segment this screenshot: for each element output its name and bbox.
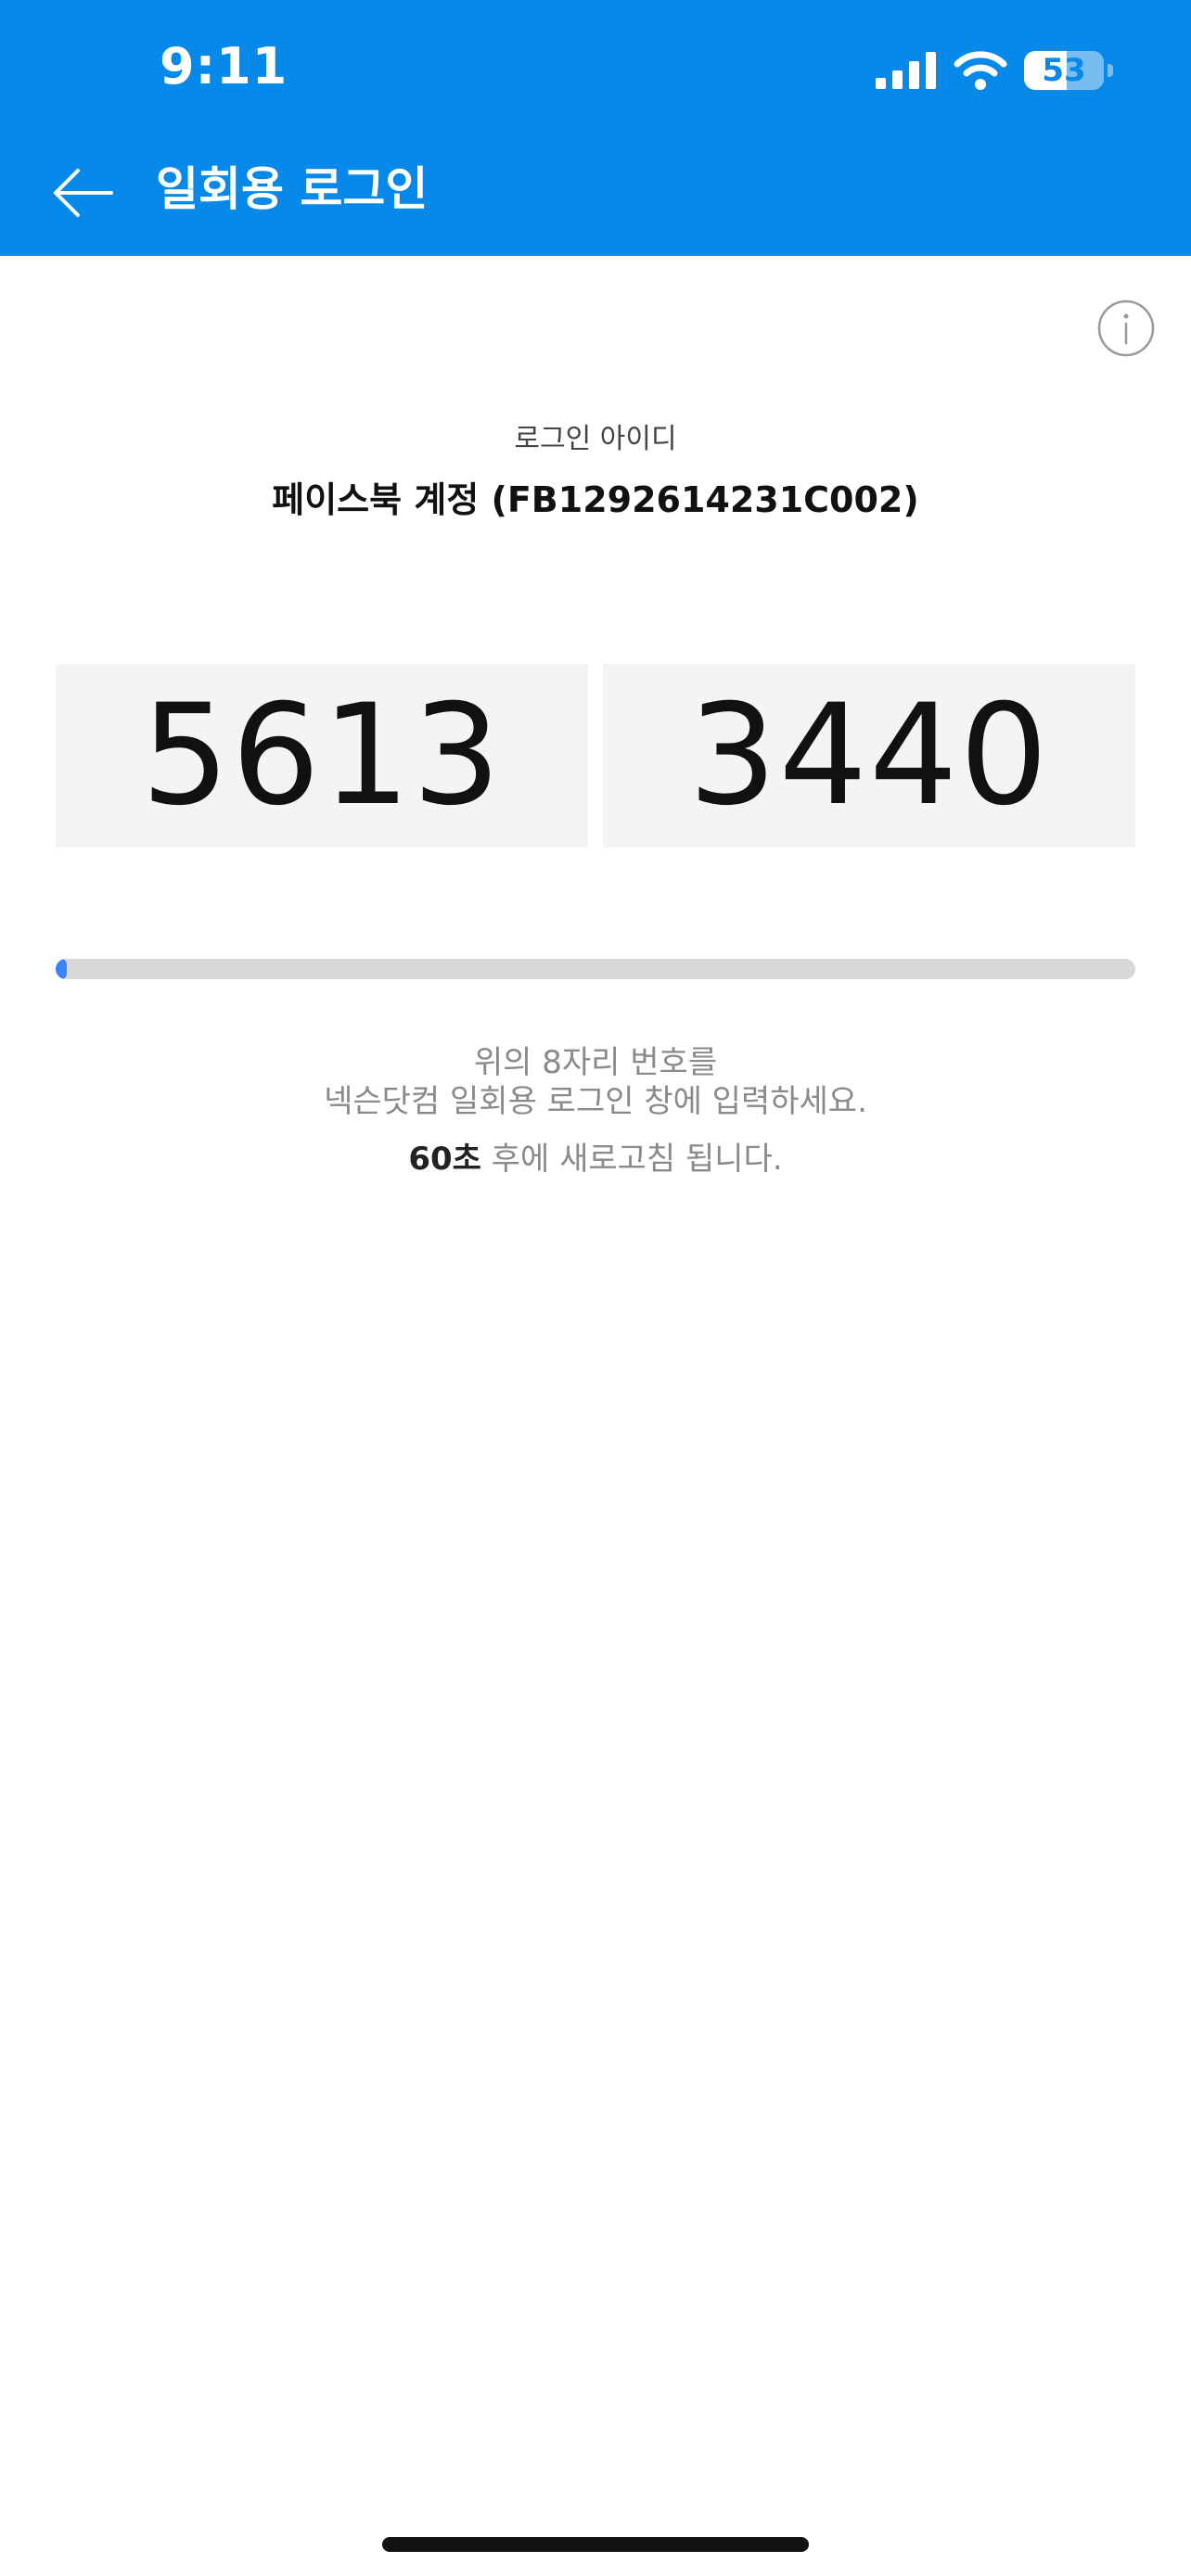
home-indicator[interactable] [382, 2537, 809, 2552]
refresh-seconds: 60초 [408, 1141, 481, 1178]
code-digits-second: 3440 [688, 675, 1050, 836]
app-header: 9:11 53 일회용 로그인 [0, 0, 1191, 256]
instruction-line-2: 넥슨닷컴 일회용 로그인 창에 입력하세요. [324, 1083, 867, 1120]
code-box-second: 3440 [603, 664, 1135, 848]
battery-tip [1108, 64, 1113, 77]
back-button[interactable] [48, 158, 119, 228]
battery-level: 53 [1042, 52, 1086, 89]
info-circle-icon [1097, 300, 1155, 357]
status-icons: 53 [876, 46, 1113, 95]
wifi-icon [954, 51, 1007, 90]
timer-progress-bar [56, 959, 1135, 979]
battery-icon: 53 [1024, 51, 1104, 90]
code-digits-first: 5613 [141, 675, 503, 836]
code-box-first: 5613 [56, 664, 588, 848]
login-id-label: 로그인 아이디 [514, 423, 677, 455]
status-time: 9:11 [160, 37, 288, 96]
page-title: 일회용 로그인 [156, 162, 429, 216]
refresh-suffix: 후에 새로고침 됩니다. [480, 1141, 783, 1178]
refresh-notice: 60초 후에 새로고침 됩니다. [0, 1133, 1191, 1179]
cellular-signal-icon [876, 52, 936, 89]
login-id-value: 페이스북 계정 (FB1292614231C002) [272, 479, 919, 520]
info-button[interactable] [1096, 299, 1156, 358]
timer-progress-fill [56, 959, 67, 979]
arrow-left-icon [54, 169, 113, 217]
